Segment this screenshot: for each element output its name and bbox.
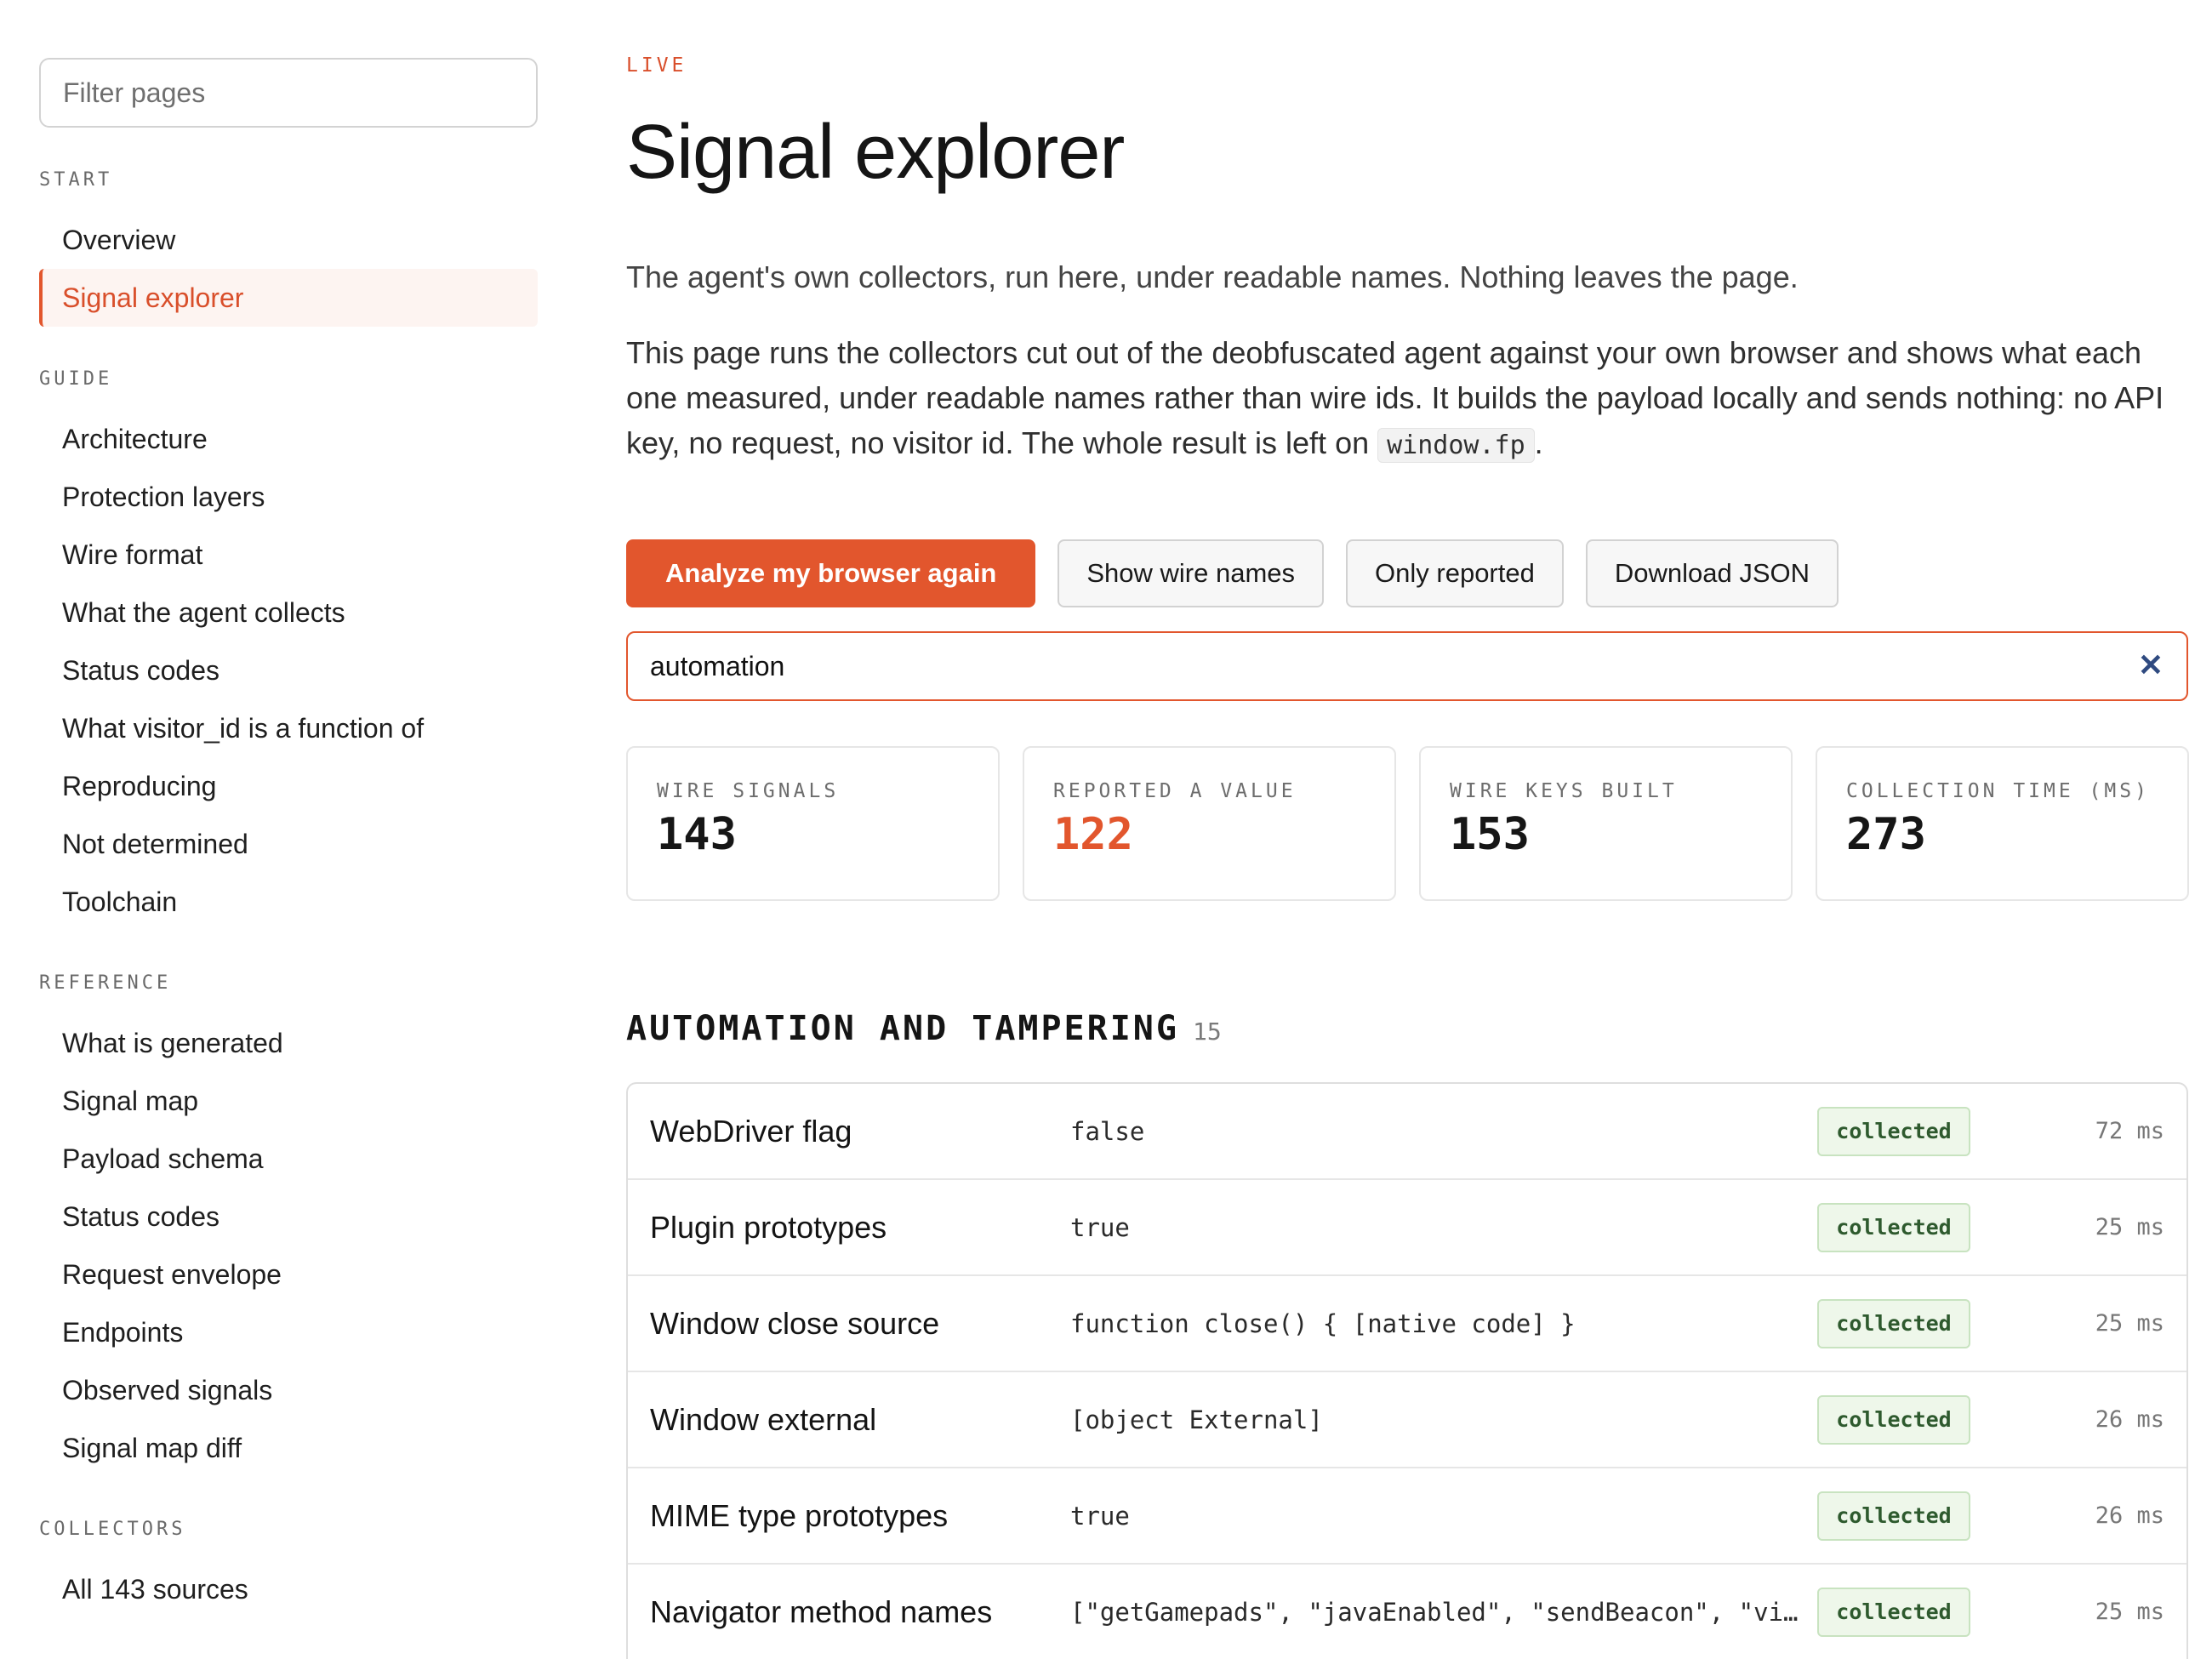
stat-wire-signals: WIRE SIGNALS 143: [626, 746, 1000, 901]
nav-section-reference: REFERENCE What is generated Signal map P…: [39, 972, 538, 1477]
stat-label: REPORTED A VALUE: [1053, 780, 1297, 802]
signal-search: ✕: [626, 631, 2188, 701]
section-count: 15: [1192, 1018, 1222, 1046]
sidebar-item-not-determined[interactable]: Not determined: [39, 815, 538, 873]
sidebar-item-signal-explorer[interactable]: Signal explorer: [39, 269, 538, 327]
nav-section-collectors: COLLECTORS All 143 sources: [39, 1518, 538, 1618]
window-fp-code: window.fp: [1377, 428, 1535, 463]
sidebar-item-signal-map[interactable]: Signal map: [39, 1072, 538, 1130]
sidebar-item-request-envelope[interactable]: Request envelope: [39, 1246, 538, 1303]
sidebar-item-overview[interactable]: Overview: [39, 211, 538, 269]
sidebar-item-toolchain[interactable]: Toolchain: [39, 873, 538, 931]
signal-time: 25 ms: [2095, 1214, 2164, 1240]
table-row[interactable]: Plugin prototypes true collected 25 ms: [628, 1180, 2186, 1276]
stat-label: COLLECTION TIME (MS): [1846, 780, 2150, 802]
nav-heading: COLLECTORS: [39, 1519, 186, 1540]
sidebar-item-payload-schema[interactable]: Payload schema: [39, 1130, 538, 1188]
signal-name: Navigator method names: [650, 1593, 993, 1629]
signal-table: WebDriver flag false collected 72 ms Plu…: [626, 1082, 2188, 1659]
sidebar-item-protection-layers[interactable]: Protection layers: [39, 468, 538, 526]
nav-heading: GUIDE: [39, 368, 113, 390]
status-badge: collected: [1817, 1491, 1970, 1541]
nav-heading: START: [39, 169, 113, 191]
table-row[interactable]: Window close source function close() { […: [628, 1276, 2186, 1372]
sidebar-item-all-sources[interactable]: All 143 sources: [39, 1560, 538, 1618]
signal-value: false: [1070, 1116, 1145, 1146]
stats-row: WIRE SIGNALS 143 REPORTED A VALUE 122 WI…: [626, 746, 2189, 901]
sidebar-item-observed-signals[interactable]: Observed signals: [39, 1361, 538, 1419]
stat-value: 153: [1450, 809, 1530, 860]
sidebar: START Overview Signal explorer GUIDE Arc…: [39, 58, 538, 1618]
nav-section-start: START Overview Signal explorer: [39, 168, 538, 327]
sidebar-item-status-codes-ref[interactable]: Status codes: [39, 1188, 538, 1246]
signal-name: WebDriver flag: [650, 1113, 852, 1149]
signal-name: Window close source: [650, 1305, 940, 1341]
only-reported-button[interactable]: Only reported: [1346, 539, 1564, 607]
description-end: .: [1534, 425, 1543, 460]
sidebar-item-reproducing[interactable]: Reproducing: [39, 757, 538, 815]
signal-time: 25 ms: [2095, 1310, 2164, 1337]
signal-value: ["getGamepads", "javaEnabled", "sendBeac…: [1070, 1597, 1799, 1627]
sidebar-item-endpoints[interactable]: Endpoints: [39, 1303, 538, 1361]
stat-label: WIRE SIGNALS: [657, 780, 840, 802]
page-lede: The agent's own collectors, run here, un…: [626, 259, 1799, 294]
signal-name: Plugin prototypes: [650, 1209, 887, 1245]
stat-collection-time: COLLECTION TIME (MS) 273: [1816, 746, 2189, 901]
nav-heading: REFERENCE: [39, 972, 172, 994]
signal-name: MIME type prototypes: [650, 1497, 949, 1533]
table-row[interactable]: WebDriver flag false collected 72 ms: [628, 1084, 2186, 1180]
download-json-button[interactable]: Download JSON: [1585, 539, 1839, 607]
signal-time: 25 ms: [2095, 1599, 2164, 1625]
status-badge: collected: [1817, 1394, 1970, 1445]
sidebar-item-what-agent-collects[interactable]: What the agent collects: [39, 584, 538, 641]
sidebar-item-visitor-id-function[interactable]: What visitor_id is a function of: [39, 699, 538, 757]
table-row[interactable]: MIME type prototypes true collected 26 m…: [628, 1468, 2186, 1565]
stat-value: 273: [1846, 809, 1926, 860]
nav-section-guide: GUIDE Architecture Protection layers Wir…: [39, 368, 538, 931]
stat-value: 122: [1053, 809, 1133, 860]
table-row[interactable]: Navigator method names ["getGamepads", "…: [628, 1565, 2186, 1659]
status-badge: collected: [1817, 1298, 1970, 1348]
analyze-browser-button[interactable]: Analyze my browser again: [626, 539, 1036, 607]
sidebar-item-signal-map-diff[interactable]: Signal map diff: [39, 1419, 538, 1477]
stat-wire-keys-built: WIRE KEYS BUILT 153: [1419, 746, 1793, 901]
status-badge: collected: [1817, 1587, 1970, 1637]
sidebar-item-what-is-generated[interactable]: What is generated: [39, 1014, 538, 1072]
sidebar-item-architecture[interactable]: Architecture: [39, 410, 538, 468]
section-title: AUTOMATION AND TAMPERING: [626, 1009, 1179, 1048]
toolbar: Analyze my browser again Show wire names…: [626, 539, 1839, 607]
signal-value: function close() { [native code] }: [1070, 1308, 1576, 1338]
signal-time: 72 ms: [2095, 1118, 2164, 1144]
signal-time: 26 ms: [2095, 1502, 2164, 1529]
signal-value: [object External]: [1070, 1405, 1323, 1434]
status-badge: collected: [1817, 1106, 1970, 1156]
signal-value: true: [1070, 1212, 1130, 1242]
status-badge: collected: [1817, 1202, 1970, 1252]
table-row[interactable]: Window external [object External] collec…: [628, 1372, 2186, 1468]
sidebar-item-wire-format[interactable]: Wire format: [39, 526, 538, 584]
stat-label: WIRE KEYS BUILT: [1450, 780, 1678, 802]
sidebar-item-status-codes[interactable]: Status codes: [39, 641, 538, 699]
signal-time: 26 ms: [2095, 1406, 2164, 1433]
live-eyebrow: LIVE: [626, 54, 687, 77]
filter-pages-input[interactable]: [39, 58, 538, 128]
signal-search-input[interactable]: [626, 631, 2188, 701]
page-title: Signal explorer: [626, 110, 1125, 195]
stat-reported-value: REPORTED A VALUE 122: [1023, 746, 1396, 901]
section-heading: AUTOMATION AND TAMPERING 15: [626, 1009, 1222, 1048]
signal-value: true: [1070, 1501, 1130, 1531]
page-description: This page runs the collectors cut out of…: [626, 330, 2188, 468]
signal-name: Window external: [650, 1401, 877, 1437]
close-icon[interactable]: ✕: [2134, 648, 2168, 682]
stat-value: 143: [657, 809, 737, 860]
show-wire-names-button[interactable]: Show wire names: [1058, 539, 1325, 607]
